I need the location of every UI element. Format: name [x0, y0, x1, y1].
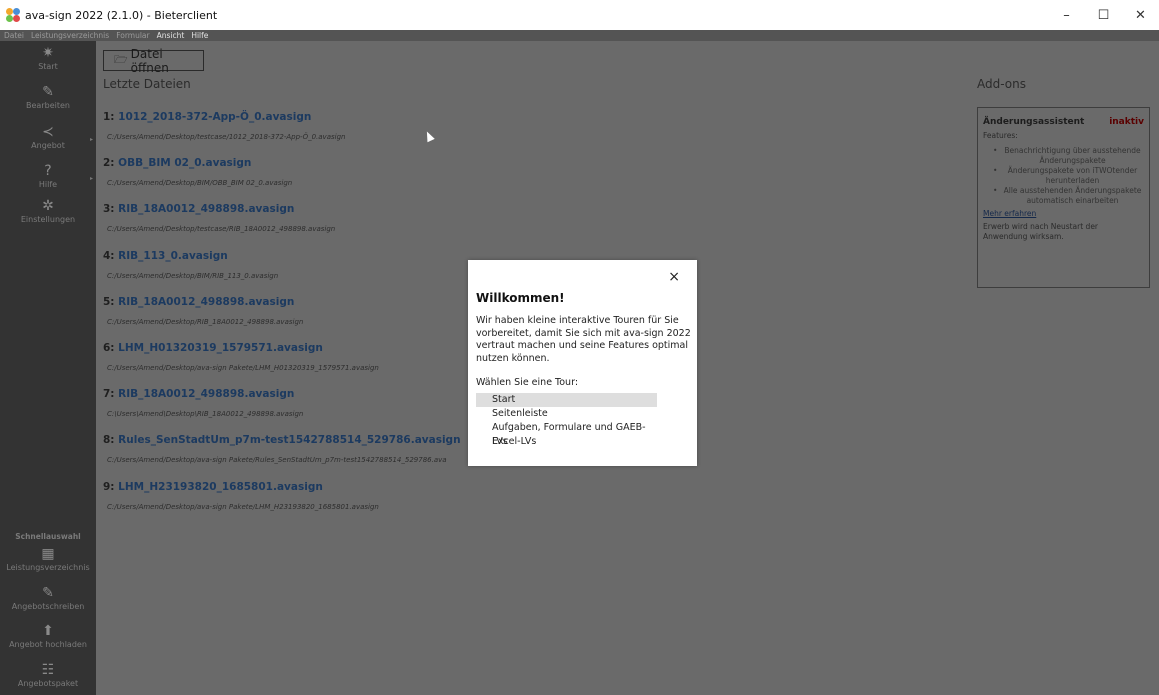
tour-prompt: Wählen Sie eine Tour: — [476, 377, 579, 388]
star-icon: ✷ — [42, 45, 54, 61]
list-item: 6: LHM_H01320319_1579571.avasign C:/User… — [103, 341, 503, 387]
recent-file-path: C:/Users/Amend/Desktop/ava-sign Pakete/L… — [107, 363, 379, 372]
recent-file-link[interactable]: 3: RIB_18A0012_498898.avasign — [103, 202, 503, 216]
tour-option-aufgaben[interactable]: Aufgaben, Formulare und GAEB-LVs — [476, 421, 657, 447]
recent-file-path: C:/Users/Amend/Desktop/testcase/RIB_18A0… — [107, 225, 336, 234]
addons-title: Add-ons — [977, 77, 1026, 91]
open-file-button[interactable]: 🗁 Datei öffnen — [103, 47, 204, 75]
recent-file-link[interactable]: 8: Rules_SenStadtUm_p7m-test1542788514_5… — [103, 433, 503, 447]
recent-file-path: C:\Users\Amend\Desktop\RIB_18A0012_49889… — [107, 410, 304, 419]
quick-item-angebot-hochladen[interactable]: ⬆ Angebot hochladen — [0, 623, 96, 650]
recent-file-link[interactable]: 7: RIB_18A0012_498898.avasign — [103, 387, 503, 401]
pencil-icon: ✎ — [42, 84, 54, 100]
list-item: 7: RIB_18A0012_498898.avasign C:\Users\A… — [103, 387, 503, 433]
sidebar-item-einstellungen[interactable]: ✲ Einstellungen — [0, 198, 96, 225]
close-icon[interactable]: × — [668, 269, 680, 285]
menu-hilfe[interactable]: Hilfe — [191, 30, 208, 41]
addon-feature: Änderungspakete von iTWOtender herunterl… — [993, 166, 1144, 186]
recent-files-title: Letzte Dateien — [103, 77, 191, 91]
recent-file-link[interactable]: 4: RIB_113_0.avasign — [103, 249, 503, 263]
dialog-title: Willkommen! — [476, 291, 565, 305]
recent-file-link[interactable]: 1: 1012_2018-372-App-Ö_0.avasign — [103, 110, 503, 124]
sidebar-item-hilfe[interactable]: ? Hilfe ▸ — [0, 163, 96, 190]
learn-more-link[interactable]: Mehr erfahren — [983, 209, 1144, 218]
recent-file-link[interactable]: 2: OBB_BIM 02_0.avasign — [103, 156, 503, 170]
quick-item-label: Angebotspaket — [17, 679, 79, 688]
window-title: ava-sign 2022 (2.1.0) - Bieterclient — [25, 8, 218, 22]
addon-status-badge: inaktiv — [1109, 117, 1144, 127]
quick-access-title: Schnellauswahl — [15, 532, 81, 541]
sidebar-item-label: Hilfe — [38, 180, 58, 189]
menu-formular[interactable]: Formular — [116, 30, 149, 41]
quick-item-angebotspaket[interactable]: ☷ Angebotspaket — [0, 662, 96, 689]
list-item: 9: LHM_H23193820_1685801.avasign C:/User… — [103, 480, 503, 526]
title-bar: ava-sign 2022 (2.1.0) - Bieterclient – ☐… — [0, 0, 1159, 30]
help-icon: ? — [44, 163, 52, 179]
tour-option-excel[interactable]: Excel-LVs — [476, 435, 657, 449]
list-item: 2: OBB_BIM 02_0.avasign C:/Users/Amend/D… — [103, 156, 503, 202]
recent-file-path: C:/Users/Amend/Desktop/BIM/OBB_BIM 02_0.… — [107, 179, 293, 188]
tour-option-start[interactable]: Start — [476, 393, 657, 407]
tour-option-seitenleiste[interactable]: Seitenleiste — [476, 407, 657, 421]
list-item: 3: RIB_18A0012_498898.avasign C:/Users/A… — [103, 202, 503, 248]
chevron-right-icon: ▸ — [89, 175, 93, 182]
recent-file-path: C:/Users/Amend/Desktop/testcase/1012_201… — [107, 133, 346, 141]
addon-note: Erwerb wird nach Neustart der Anwendung … — [983, 222, 1099, 241]
welcome-dialog: × Willkommen! Wir haben kleine interakti… — [468, 260, 697, 466]
edit-document-icon: ✎ — [42, 585, 54, 601]
quick-item-label: Leistungsverzeichnis — [6, 563, 90, 572]
addon-card: Änderungsassistent inaktiv Features: Ben… — [977, 107, 1150, 288]
maximize-button[interactable]: ☐ — [1085, 0, 1122, 30]
tour-list: Start Seitenleiste Aufgaben, Formulare u… — [476, 393, 657, 449]
list-item: 1: 1012_2018-372-App-Ö_0.avasign C:/User… — [103, 110, 503, 156]
sidebar: ✷ Start ✎ Bearbeiten ≺ Angebot ▸ ? Hilfe… — [0, 41, 96, 695]
quick-item-angebotschreiben[interactable]: ✎ Angebotschreiben — [0, 585, 96, 612]
folder-open-icon: 🗁 — [114, 53, 128, 66]
menu-leistungsverzeichnis[interactable]: Leistungsverzeichnis — [31, 30, 109, 41]
app-logo-icon — [6, 8, 20, 22]
upload-icon: ⬆ — [42, 623, 54, 639]
sidebar-item-bearbeiten[interactable]: ✎ Bearbeiten — [0, 84, 96, 111]
chevron-right-icon: ▸ — [89, 136, 93, 143]
sidebar-item-label: Einstellungen — [20, 215, 76, 224]
close-window-button[interactable]: ✕ — [1122, 0, 1159, 30]
sidebar-item-label: Bearbeiten — [26, 101, 70, 110]
addon-feature: Alle ausstehenden Änderungspakete automa… — [993, 186, 1144, 206]
addon-features-label: Features: — [983, 131, 1018, 140]
dialog-text: Wir haben kleine interaktive Touren für … — [476, 315, 691, 364]
open-file-label: Datei öffnen — [130, 46, 169, 75]
recent-file-path: C:/Users/Amend/Desktop/RIB_18A0012_49889… — [107, 317, 304, 326]
menu-ansicht[interactable]: Ansicht — [157, 30, 185, 41]
quick-item-label: Angebot hochladen — [9, 640, 87, 649]
recent-file-link[interactable]: 6: LHM_H01320319_1579571.avasign — [103, 341, 503, 355]
sidebar-item-angebot[interactable]: ≺ Angebot ▸ — [0, 124, 96, 151]
quick-item-label: Angebotschreiben — [11, 602, 85, 611]
recent-files-list: 1: 1012_2018-372-App-Ö_0.avasign C:/User… — [103, 110, 503, 526]
recent-file-path: C:/Users/Amend/Desktop/ava-sign Pakete/R… — [107, 456, 447, 465]
recent-file-path: C:/Users/Amend/Desktop/ava-sign Pakete/L… — [107, 502, 379, 511]
menu-datei[interactable]: Datei — [4, 30, 24, 41]
sidebar-item-label: Angebot — [31, 141, 65, 150]
package-icon: ☷ — [41, 662, 55, 678]
list-item: 4: RIB_113_0.avasign C:/Users/Amend/Desk… — [103, 249, 503, 295]
list-item: 5: RIB_18A0012_498898.avasign C:/Users/A… — [103, 295, 503, 341]
sidebar-item-start[interactable]: ✷ Start — [0, 45, 96, 72]
recent-file-link[interactable]: 9: LHM_H23193820_1685801.avasign — [103, 480, 503, 494]
addon-feature-list: Benachrichtigung über ausstehende Änderu… — [993, 146, 1144, 206]
recent-file-path: C:/Users/Amend/Desktop/BIM/RIB_113_0.ava… — [107, 271, 279, 280]
recent-file-link[interactable]: 5: RIB_18A0012_498898.avasign — [103, 295, 503, 309]
addon-name: Änderungsassistent — [983, 117, 1085, 127]
sidebar-item-label: Start — [38, 62, 58, 71]
menu-bar: Datei Leistungsverzeichnis Formular Ansi… — [0, 30, 1159, 41]
list-item: 8: Rules_SenStadtUm_p7m-test1542788514_5… — [103, 433, 503, 479]
share-icon: ≺ — [42, 124, 54, 140]
gear-icon: ✲ — [42, 198, 54, 214]
quick-item-leistungsverzeichnis[interactable]: ▦ Leistungsverzeichnis — [0, 546, 96, 573]
addon-feature: Benachrichtigung über ausstehende Änderu… — [993, 146, 1144, 166]
minimize-button[interactable]: – — [1048, 0, 1085, 30]
boxes-icon: ▦ — [41, 546, 55, 562]
